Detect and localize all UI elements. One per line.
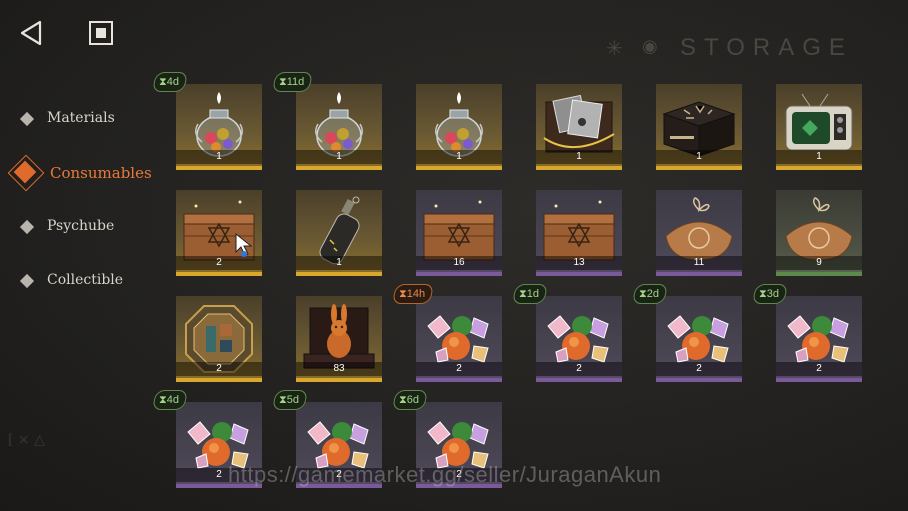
expiry-timer-text: ⧗3d xyxy=(759,288,779,300)
sun-icon: ✳ xyxy=(606,36,623,60)
item-quantity: 1 xyxy=(776,150,862,164)
item-quantity: 2 xyxy=(176,362,262,376)
sidebar-item-label: Psychube xyxy=(47,218,115,234)
eye-icon: ◉ xyxy=(642,36,658,57)
inventory-slot[interactable]: 1 xyxy=(536,84,622,170)
sidebar-item-collectible[interactable]: Collectible xyxy=(0,261,160,301)
diamond-icon xyxy=(19,111,35,127)
rarity-bar xyxy=(296,272,382,276)
expiry-timer-badge: ⧗14h xyxy=(391,284,435,304)
item-quantity: 2 xyxy=(416,362,502,376)
inventory-slot[interactable]: 11 xyxy=(656,190,742,276)
item-quantity: 2 xyxy=(176,256,262,270)
item-quantity: 11 xyxy=(656,256,742,270)
inventory-slot[interactable]: 1 xyxy=(176,84,262,170)
rarity-bar xyxy=(536,378,622,382)
inventory-slot[interactable]: 1 xyxy=(296,84,382,170)
inventory-slot[interactable]: 1 xyxy=(416,84,502,170)
diamond-icon xyxy=(19,219,35,235)
rarity-bar xyxy=(776,272,862,276)
item-quantity: 1 xyxy=(296,256,382,270)
back-triangle-icon xyxy=(20,20,42,46)
inventory-slot[interactable]: 2 xyxy=(776,296,862,382)
home-square-icon xyxy=(89,21,113,45)
item-quantity: 2 xyxy=(776,362,862,376)
inventory-slot[interactable]: 2 xyxy=(536,296,622,382)
corner-mark: [ × △ xyxy=(8,432,45,448)
rarity-bar xyxy=(536,166,622,170)
inventory-slot[interactable]: 83 xyxy=(296,296,382,382)
inventory-slot[interactable]: 2 xyxy=(656,296,742,382)
diamond-icon xyxy=(19,273,35,289)
item-quantity: 13 xyxy=(536,256,622,270)
item-quantity: 16 xyxy=(416,256,502,270)
top-bar: ✳ ◉ STORAGE xyxy=(0,0,908,64)
page-title: ✳ ◉ STORAGE xyxy=(606,30,866,66)
item-quantity: 9 xyxy=(776,256,862,270)
inventory-slot[interactable]: 9 xyxy=(776,190,862,276)
rarity-bar xyxy=(416,166,502,170)
item-quantity: 1 xyxy=(416,150,502,164)
back-button[interactable] xyxy=(18,18,48,48)
expiry-timer-badge: ⧗11d xyxy=(271,72,314,92)
watermark-text: https://gamemarket.gg/seller/JuraganAkun xyxy=(228,462,662,487)
rarity-bar xyxy=(656,272,742,276)
inventory-slot[interactable]: 2 xyxy=(176,296,262,382)
sidebar-item-consumables[interactable]: Consumables xyxy=(0,153,160,193)
inventory-slot[interactable]: 1 xyxy=(656,84,742,170)
rarity-bar xyxy=(296,378,382,382)
rarity-bar xyxy=(176,378,262,382)
expiry-timer-text: ⧗5d xyxy=(279,394,299,406)
rarity-bar xyxy=(776,378,862,382)
rarity-bar xyxy=(656,378,742,382)
rarity-bar xyxy=(656,166,742,170)
item-quantity: 1 xyxy=(656,150,742,164)
expiry-timer-text: ⧗11d xyxy=(279,76,305,88)
page-title-text: STORAGE xyxy=(680,34,853,61)
rarity-bar xyxy=(776,166,862,170)
expiry-timer-text: ⧗4d xyxy=(159,394,179,406)
expiry-timer-text: ⧗2d xyxy=(639,288,659,300)
sidebar-item-materials[interactable]: Materials xyxy=(0,99,160,139)
inventory-slot[interactable]: 1 xyxy=(296,190,382,276)
item-quantity: 1 xyxy=(296,150,382,164)
item-quantity: 2 xyxy=(656,362,742,376)
mouse-cursor-icon xyxy=(235,232,253,257)
inventory-slot[interactable]: 2 xyxy=(416,296,502,382)
expiry-timer-text: ⧗14h xyxy=(399,288,426,300)
rarity-bar xyxy=(416,272,502,276)
rarity-bar xyxy=(416,378,502,382)
expiry-timer-text: ⧗1d xyxy=(519,288,539,300)
rarity-bar xyxy=(536,272,622,276)
item-quantity: 1 xyxy=(536,150,622,164)
sidebar-item-label: Consumables xyxy=(50,164,152,182)
inventory-slot[interactable]: 13 xyxy=(536,190,622,276)
item-quantity: 1 xyxy=(176,150,262,164)
sidebar-item-psychube[interactable]: Psychube xyxy=(0,207,160,247)
home-button[interactable] xyxy=(86,18,116,48)
rarity-bar xyxy=(296,166,382,170)
item-quantity: 2 xyxy=(536,362,622,376)
rarity-bar xyxy=(176,166,262,170)
sidebar-item-label: Materials xyxy=(47,110,115,126)
item-quantity: 83 xyxy=(296,362,382,376)
inventory-slot[interactable]: 16 xyxy=(416,190,502,276)
sidebar-item-label: Collectible xyxy=(47,272,124,288)
expiry-timer-text: ⧗6d xyxy=(399,394,419,406)
inventory-slot[interactable]: 1 xyxy=(776,84,862,170)
expiry-timer-text: ⧗4d xyxy=(159,76,179,88)
rarity-bar xyxy=(176,272,262,276)
